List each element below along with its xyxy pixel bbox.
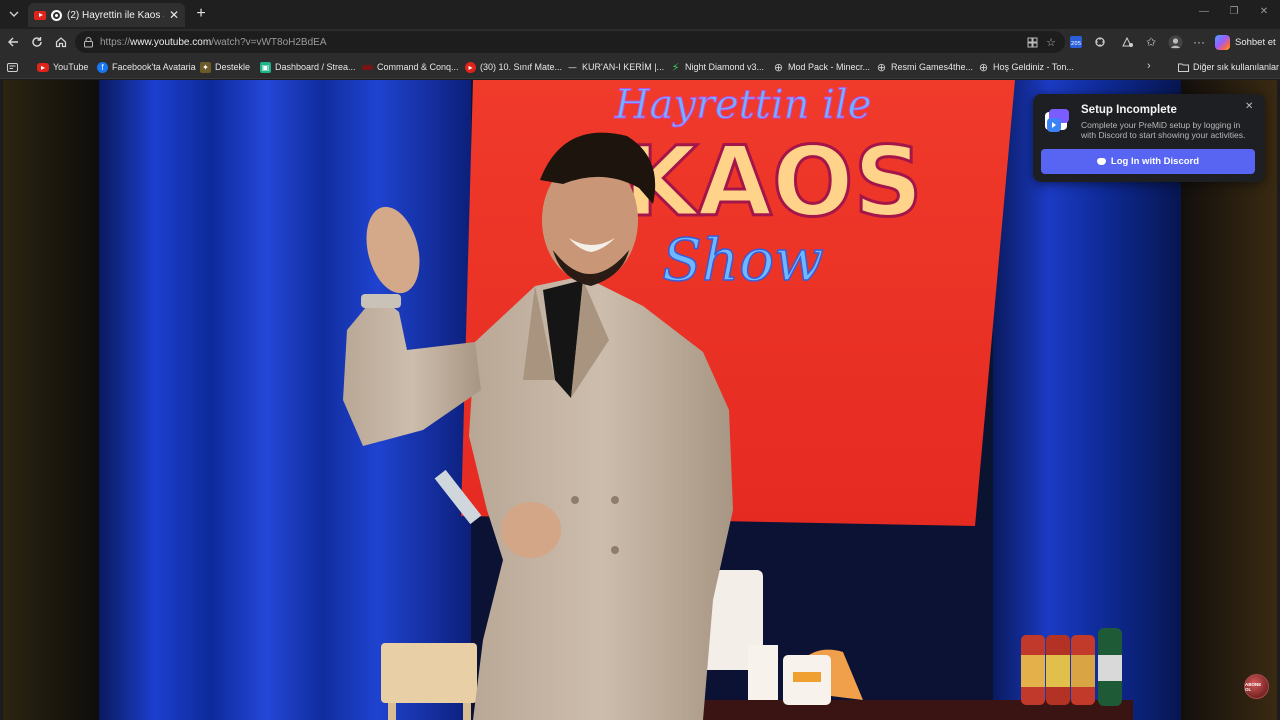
discord-icon (1096, 158, 1106, 165)
popup-title: Setup Incomplete (1081, 104, 1177, 116)
tab-close-icon[interactable]: ✕ (169, 8, 179, 22)
diamond-icon: ⚡ (671, 61, 680, 74)
login-with-discord-button[interactable]: Log In with Discord (1041, 149, 1255, 174)
bookmarks-overflow-chevron-icon[interactable]: › (1147, 60, 1151, 72)
bookmark-command-conquer[interactable]: Command & Conq... (362, 59, 459, 75)
globe-icon: ⊕ (876, 61, 887, 74)
youtube-favicon-icon (34, 10, 46, 20)
popup-close-icon[interactable]: ✕ (1245, 101, 1253, 112)
bookmarks-bar: ▸ YouTube f Facebook'ta Avataria ✦ Deste… (0, 55, 1280, 79)
dashboard-icon: ▣ (260, 61, 271, 73)
channel-watermark-badge[interactable]: ABONE OL (1244, 674, 1269, 699)
globe-icon: ⊕ (978, 61, 989, 74)
bookmark-hos-geldiniz[interactable]: ⊕ Hoş Geldiniz - Ton... (978, 59, 1074, 75)
media-playing-icon (51, 9, 62, 21)
bookmark-destekle[interactable]: ✦ Destekle (200, 59, 250, 75)
facebook-icon: f (97, 61, 108, 73)
premid-setup-popup: Setup Incomplete ✕ Complete your PreMiD … (1033, 94, 1265, 182)
extensions-puzzle-icon[interactable] (1092, 34, 1108, 50)
tab-youtube-active[interactable]: (2) Hayrettin ile Kaos Show - Y ✕ (28, 3, 185, 27)
bookmark-label: Mod Pack - Minecr... (788, 62, 871, 72)
chevron-down-icon (9, 11, 19, 17)
app-available-icon[interactable] (1025, 35, 1039, 49)
backdrop-text-kaos: KAOS (623, 126, 922, 238)
bookmarks-toggle-icon[interactable] (7, 59, 18, 75)
extension-badge-count: 205 (1071, 41, 1082, 47)
copilot-label: Sohbet et (1235, 36, 1276, 48)
copilot-logo-icon (1215, 34, 1230, 50)
extension-badge-icon[interactable]: 205 (1068, 34, 1084, 50)
backdrop-text-show: Show (662, 226, 824, 294)
profile-avatar[interactable] (1167, 34, 1183, 50)
bookmark-label: Diğer sık kullanılanlar (1193, 62, 1280, 72)
arrow-left-icon (8, 37, 18, 47)
folder-icon (1178, 63, 1189, 72)
bookmark-mod-pack[interactable]: ⊕ Mod Pack - Minecr... (773, 59, 870, 75)
copilot-chat-button[interactable]: Sohbet et (1215, 32, 1276, 52)
bookmark-label: Hoş Geldiniz - Ton... (993, 62, 1074, 72)
home-button[interactable] (52, 33, 70, 51)
url-text: https://www.youtube.com/watch?v=vWT8oH2B… (100, 37, 327, 48)
window-close-button[interactable]: ✕ (1256, 6, 1272, 17)
browser-toolbar: https://www.youtube.com/watch?v=vWT8oH2B… (0, 29, 1280, 55)
backdrop-text-hayrettin: Hayrettin ile (614, 82, 872, 128)
url-path: /watch?v=vWT8oH2BdEA (211, 36, 327, 48)
bookmark-night-diamond[interactable]: ⚡ Night Diamond v3... (670, 59, 764, 75)
tab-actions-menu-button[interactable] (4, 5, 24, 23)
tab-strip: (2) Hayrettin ile Kaos Show - Y ✕ + — ❐ … (0, 0, 1280, 29)
minimize-button[interactable]: — (1196, 6, 1212, 17)
url-host: www.youtube.com (130, 36, 212, 48)
bookmark-label: (30) 10. Sınıf Mate... (480, 62, 563, 72)
youtube-icon: ▸ (465, 61, 476, 73)
favorites-icon[interactable]: ✩ (1143, 34, 1159, 50)
url-scheme: https:// (100, 36, 131, 48)
more-options-icon[interactable]: ··· (1191, 34, 1207, 50)
bookmark-label: Night Diamond v3... (685, 62, 765, 72)
globe-icon: ⊕ (773, 61, 784, 74)
back-button[interactable] (4, 33, 22, 51)
home-icon (55, 37, 67, 48)
split-screen-icon[interactable] (1119, 34, 1135, 50)
bookmark-label: Resmi Games4the... (891, 62, 974, 72)
address-bar[interactable]: https://www.youtube.com/watch?v=vWT8oH2B… (75, 31, 1065, 53)
bookmark-label: Facebook'ta Avataria (112, 62, 196, 72)
bookmark-other-favorites-folder[interactable]: Diğer sık kullanılanlar (1178, 59, 1279, 75)
reload-icon (32, 37, 42, 47)
bookmark-kuran-kerim[interactable]: — KUR'AN-I KERİM |... (567, 59, 664, 75)
reload-button[interactable] (28, 33, 46, 51)
game-icon (362, 64, 373, 70)
book-icon: — (567, 61, 578, 73)
bookmark-label: Command & Conq... (377, 62, 459, 72)
support-icon: ✦ (200, 61, 211, 73)
favorite-star-icon[interactable]: ☆ (1044, 35, 1058, 49)
login-button-label: Log In with Discord (1110, 156, 1200, 167)
bookmark-sinif-matematik[interactable]: ▸ (30) 10. Sınıf Mate... (465, 59, 562, 75)
bookmark-label: KUR'AN-I KERİM |... (582, 62, 665, 72)
premid-logo-icon (1045, 109, 1069, 132)
new-tab-button[interactable]: + (192, 5, 210, 23)
bookmark-label: Dashboard / Strea... (275, 62, 356, 72)
tab-title: (2) Hayrettin ile Kaos Show - Y (67, 9, 164, 21)
bookmark-games4the[interactable]: ⊕ Resmi Games4the... (876, 59, 973, 75)
bookmark-dashboard-stream[interactable]: ▣ Dashboard / Strea... (260, 59, 356, 75)
youtube-icon: ▸ (37, 62, 49, 72)
popup-description: Complete your PreMiD setup by logging in… (1081, 120, 1246, 140)
bookmark-facebook-avataria[interactable]: f Facebook'ta Avataria (97, 59, 196, 75)
bookmark-label: YouTube (53, 62, 89, 72)
maximize-button[interactable]: ❐ (1226, 6, 1242, 17)
site-info-icon[interactable] (83, 36, 94, 48)
bookmark-youtube[interactable]: ▸ YouTube (37, 59, 88, 75)
bookmark-label: Destekle (215, 62, 251, 72)
